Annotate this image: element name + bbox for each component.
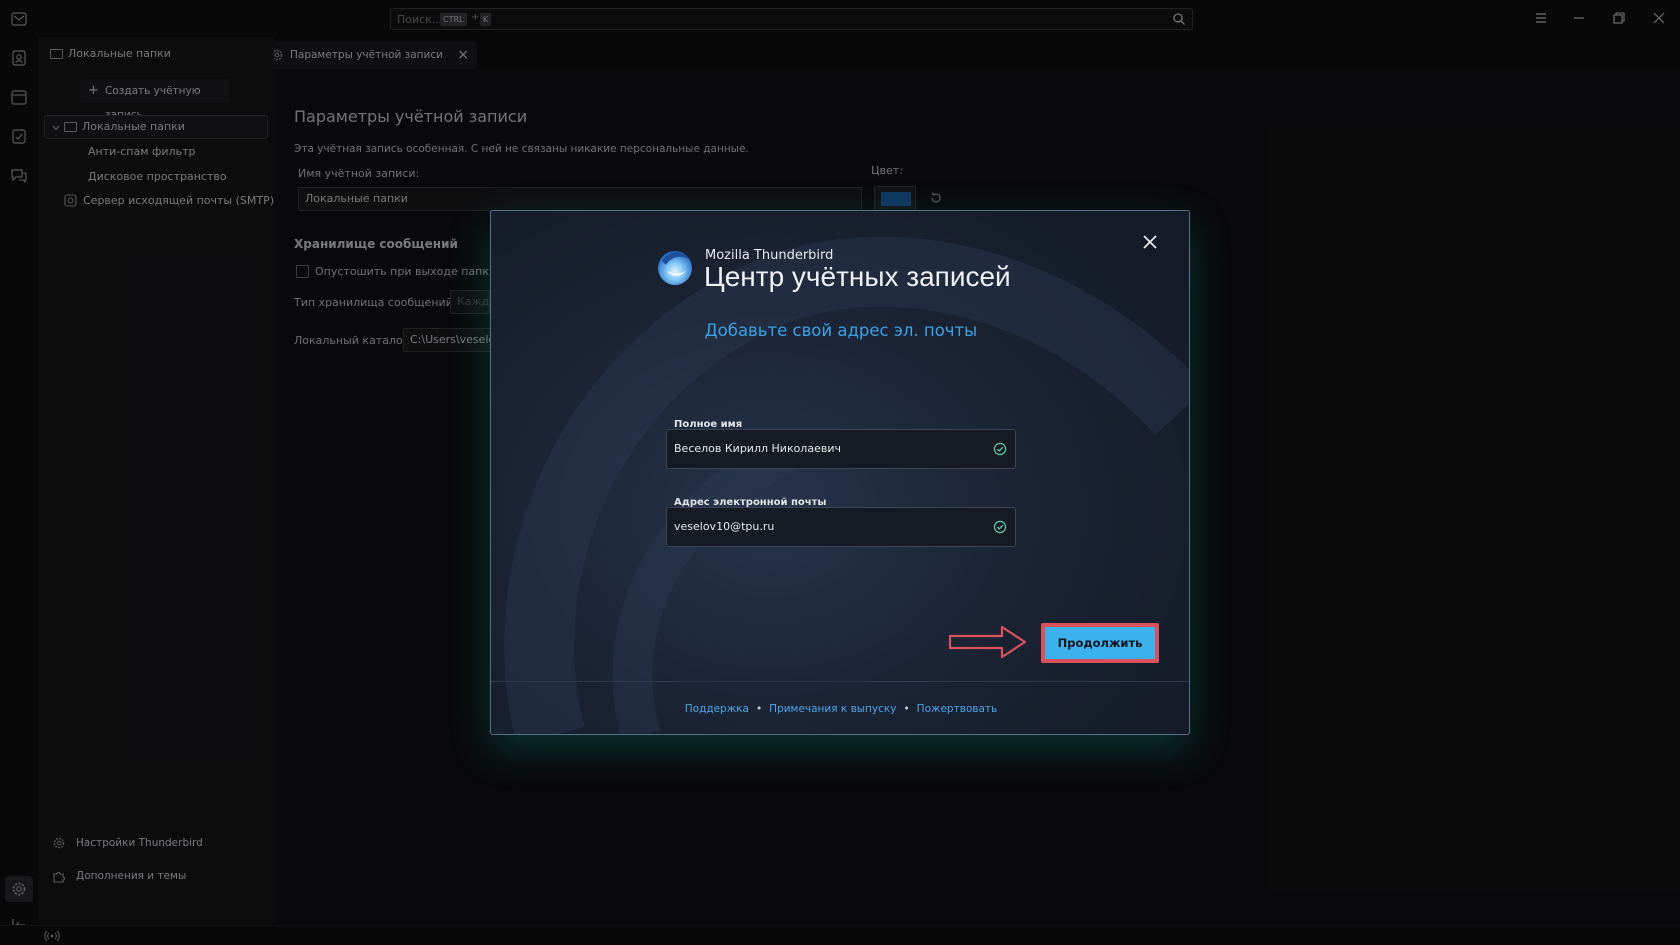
footer-separator: • bbox=[755, 703, 763, 715]
full-name-input[interactable]: Веселов Кирилл Николаевич bbox=[674, 442, 841, 455]
close-dialog-icon[interactable] bbox=[1139, 231, 1161, 253]
thunderbird-logo-icon bbox=[658, 251, 692, 285]
full-name-field[interactable]: Полное имя Веселов Кирилл Николаевич bbox=[666, 419, 1016, 469]
footer-divider bbox=[491, 681, 1189, 682]
footer-separator: • bbox=[903, 703, 910, 715]
email-input[interactable]: veselov10@tpu.ru bbox=[674, 520, 774, 533]
footer-links: Поддержка • Примечания к выпуску • Пожертвов… bbox=[491, 703, 1189, 715]
arrow-icon bbox=[948, 625, 1027, 659]
check-icon bbox=[993, 520, 1007, 534]
dialog-subtitle: Добавьте свой адрес эл. почты bbox=[704, 321, 978, 340]
email-field[interactable]: Адрес электронной почты veselov10@tpu.ru bbox=[666, 497, 1016, 547]
release-notes-link[interactable]: Примечания к выпуску bbox=[769, 703, 896, 715]
account-hub-dialog: Mozilla Thunderbird Центр учётных записе… bbox=[490, 210, 1190, 735]
check-icon bbox=[993, 442, 1007, 456]
continue-button[interactable]: Продолжить bbox=[1041, 623, 1159, 663]
donate-link[interactable]: Пожертвовать bbox=[917, 703, 998, 715]
dialog-title: Центр учётных записей bbox=[704, 261, 1011, 292]
email-label: Адрес электронной почты bbox=[674, 497, 827, 508]
full-name-label: Полное имя bbox=[674, 419, 743, 430]
continue-label: Продолжить bbox=[1045, 627, 1155, 659]
support-link[interactable]: Поддержка bbox=[685, 703, 749, 715]
